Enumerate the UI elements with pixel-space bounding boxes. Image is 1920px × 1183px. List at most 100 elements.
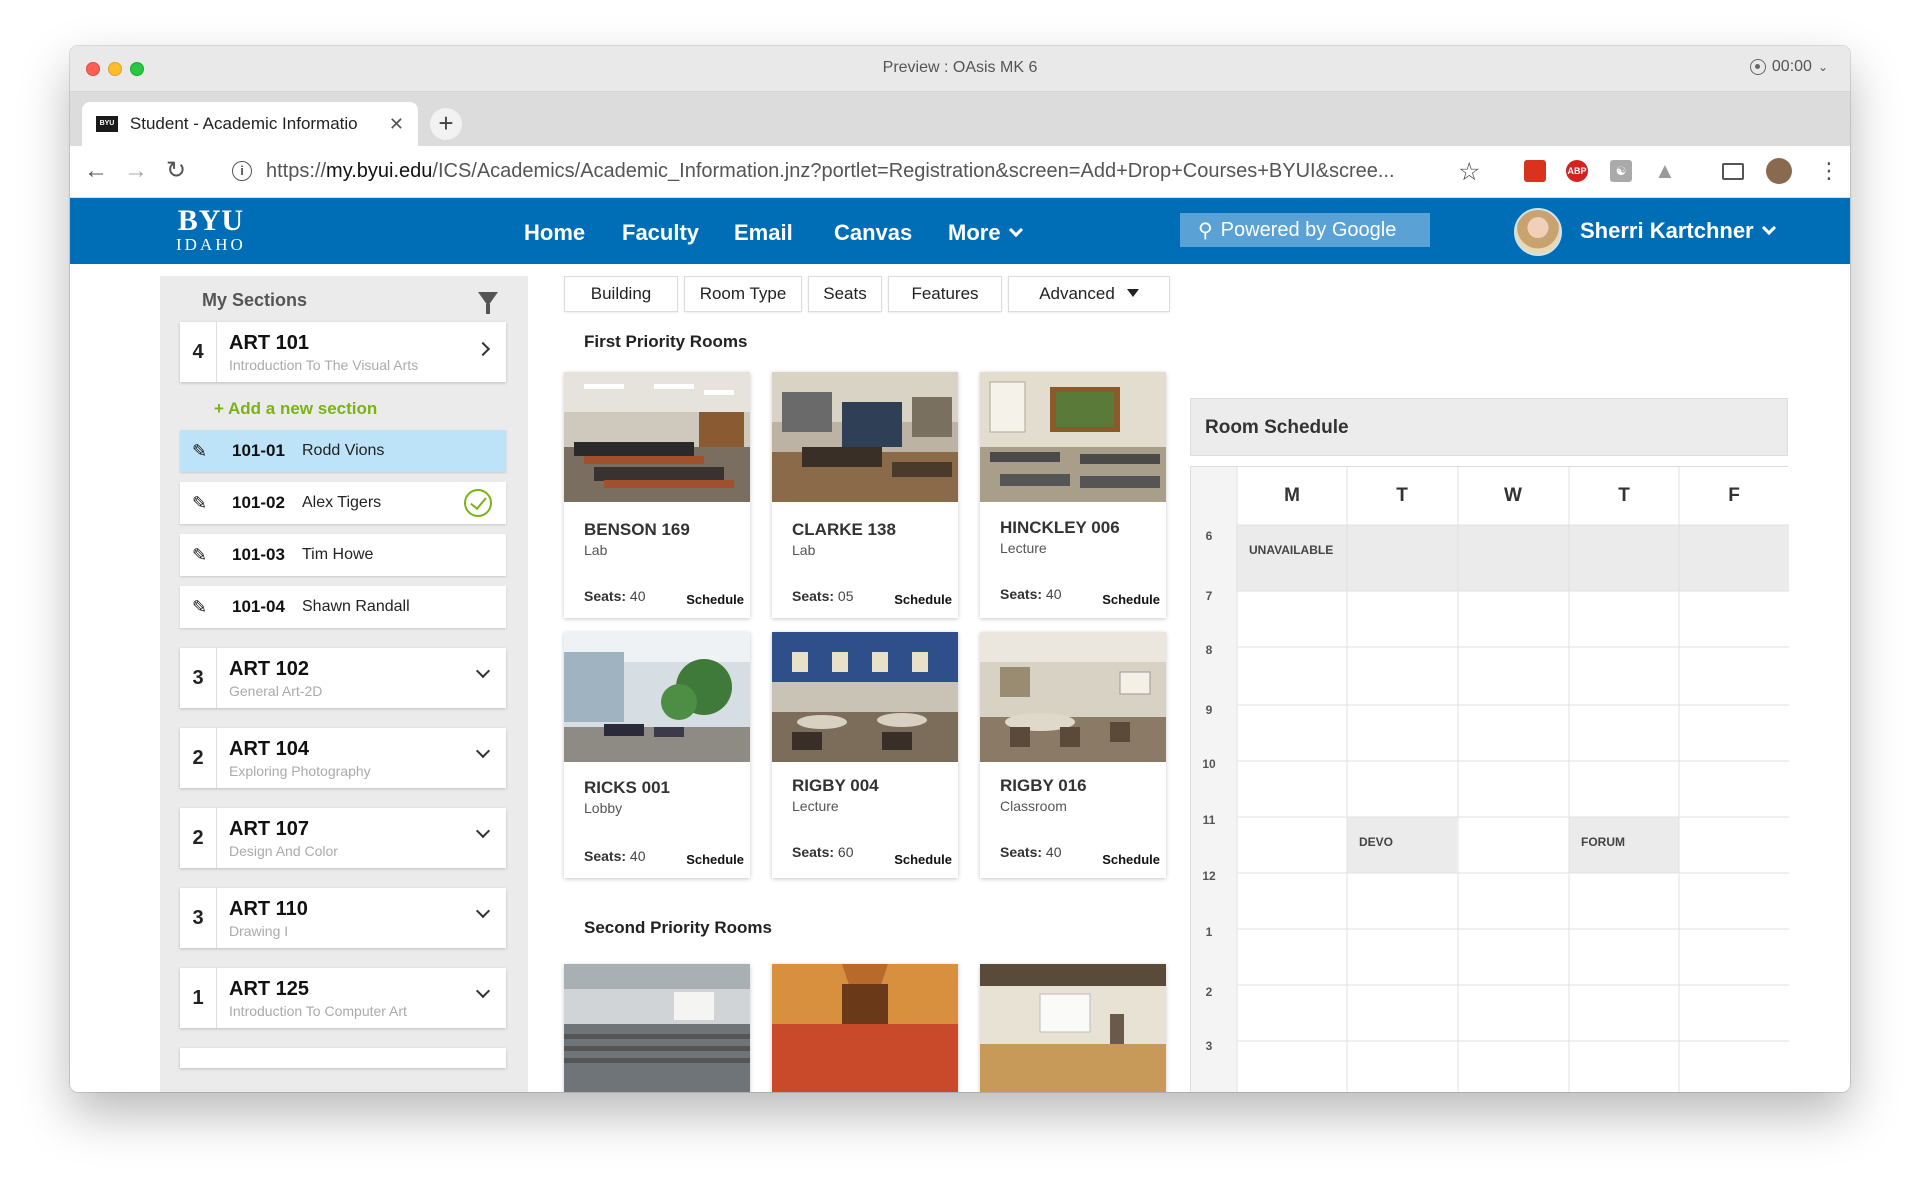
forum-block[interactable]: FORUM (1581, 835, 1625, 849)
bookmark-star-icon[interactable]: ☆ (1458, 157, 1480, 187)
seats-label: Seats: (584, 848, 627, 864)
url-field[interactable]: https://my.byui.edu/ICS/Academics/Academ… (266, 160, 1466, 183)
browser-menu-icon[interactable]: ⋮ (1818, 158, 1840, 184)
room-seats: Seats: 40 (1000, 844, 1062, 860)
course-card[interactable]: 3 ART 102 General Art-2D (180, 648, 506, 708)
cast-icon[interactable] (1722, 163, 1744, 180)
filter-icon[interactable] (478, 292, 498, 314)
unavailable-block[interactable]: UNAVAILABLE (1249, 543, 1333, 557)
filter-seats[interactable]: Seats (808, 276, 882, 312)
schedule-grid-lines (1191, 467, 1789, 1092)
course-count: 4 (180, 322, 217, 382)
schedule-button[interactable]: Schedule (894, 852, 952, 867)
room-card[interactable]: HINCKLEY 006 Lecture Seats: 40 Schedule (980, 372, 1166, 618)
user-avatar[interactable] (1514, 208, 1562, 256)
room-card[interactable] (980, 964, 1166, 1092)
section-id: 101-01 (232, 441, 285, 460)
filter-advanced[interactable]: Advanced (1008, 276, 1170, 312)
user-menu[interactable]: Sherri Kartchner (1580, 218, 1776, 244)
nav-more[interactable]: More (948, 220, 1023, 246)
room-type: Classroom (1000, 798, 1067, 814)
search-input[interactable]: ⚲ Powered by Google (1180, 213, 1430, 247)
room-card[interactable]: RIGBY 004 Lecture Seats: 60 Schedule (772, 632, 958, 878)
url-scheme: https:// (266, 160, 327, 182)
pencil-icon[interactable]: ✎ (192, 545, 207, 565)
schedule-button[interactable]: Schedule (1102, 592, 1160, 607)
schedule-button[interactable]: Schedule (686, 852, 744, 867)
room-card[interactable] (564, 964, 750, 1092)
search-icon: ⚲ (1198, 219, 1213, 242)
seats-label: Seats: (792, 588, 835, 604)
recording-time: 00:00 (1771, 58, 1812, 75)
extension-red-icon[interactable] (1524, 160, 1546, 182)
seats-label: Seats: (1000, 844, 1043, 860)
nav-email[interactable]: Email (734, 220, 793, 246)
byu-favicon-icon: BYU (96, 116, 118, 132)
day-tuesday: T (1396, 485, 1408, 506)
room-seats: Seats: 60 (792, 844, 854, 860)
schedule-button[interactable]: Schedule (686, 592, 744, 607)
hour-label: 10 (1202, 757, 1216, 771)
room-seats: Seats: 40 (584, 848, 646, 864)
close-tab-icon[interactable]: ✕ (389, 114, 404, 135)
hour-label: 3 (1205, 1039, 1213, 1053)
devo-block[interactable]: DEVO (1359, 835, 1393, 849)
record-icon (1749, 59, 1766, 75)
classroom-photo (980, 632, 1166, 762)
window-title: Preview : OAsis MK 6 (882, 59, 1038, 76)
hour-label: 1 (1205, 925, 1213, 939)
course-card[interactable]: 2 ART 107 Design And Color (180, 808, 506, 868)
hour-label: 8 (1205, 643, 1213, 657)
filter-features[interactable]: Features (888, 276, 1002, 312)
course-count: 3 (180, 648, 217, 708)
add-section-link[interactable]: + Add a new section (214, 399, 377, 419)
room-type: Lobby (584, 800, 623, 816)
room-card[interactable] (772, 964, 958, 1092)
course-card[interactable]: 1 ART 125 Introduction To Computer Art (180, 968, 506, 1028)
drive-icon[interactable]: ▲ (1654, 160, 1676, 182)
pencil-icon[interactable]: ✎ (192, 441, 207, 461)
info-icon[interactable]: i (232, 161, 252, 181)
hour-label: 7 (1205, 589, 1213, 603)
new-tab-button[interactable]: + (430, 108, 462, 140)
room-card[interactable]: CLARKE 138 Lab Seats: 05 Schedule (772, 372, 958, 618)
room-card[interactable]: BENSON 169 Lab Seats: 40 Schedule (564, 372, 750, 618)
extension-gray-icon[interactable]: ☯ (1610, 160, 1632, 182)
section-row[interactable]: ✎ 101-04 Shawn Randall (180, 586, 506, 628)
room-seats: Seats: 05 (792, 588, 854, 604)
room-card[interactable]: RICKS 001 Lobby Seats: 40 Schedule (564, 632, 750, 878)
course-card[interactable]: 3 ART 110 Drawing I (180, 888, 506, 948)
seats-label: Seats: (1000, 586, 1043, 602)
auditorium-photo (564, 964, 750, 1092)
section-id: 101-02 (232, 493, 285, 512)
pencil-icon[interactable]: ✎ (192, 493, 207, 513)
section-row[interactable]: ✎ 101-01 Rodd Vions (180, 430, 506, 472)
course-code: ART 107 (229, 818, 310, 840)
profile-avatar-icon[interactable] (1766, 158, 1792, 184)
byu-idaho-logo[interactable]: BYU IDAHO (176, 206, 246, 254)
seats-value: 40 (1045, 844, 1062, 860)
lab-photo (564, 372, 750, 502)
nav-faculty[interactable]: Faculty (622, 220, 699, 246)
pencil-icon[interactable]: ✎ (192, 597, 207, 617)
nav-home[interactable]: Home (524, 220, 585, 246)
adblock-plus-icon[interactable]: ABP (1566, 160, 1588, 182)
section-row[interactable]: ✎ 101-03 Tim Howe (180, 534, 506, 576)
reload-icon[interactable]: ↻ (166, 159, 186, 183)
recording-indicator[interactable]: 00:00 ⌄ (1749, 58, 1828, 76)
nav-canvas[interactable]: Canvas (834, 220, 912, 246)
chevron-down-icon (475, 663, 491, 679)
forward-arrow-icon[interactable]: → (124, 159, 148, 183)
room-card[interactable]: RIGBY 016 Classroom Seats: 40 Schedule (980, 632, 1166, 878)
filter-building[interactable]: Building (564, 276, 678, 312)
course-card-partial[interactable] (180, 1048, 506, 1068)
schedule-button[interactable]: Schedule (1102, 852, 1160, 867)
tab-title: Student - Academic Informatio (129, 114, 358, 133)
filter-room-type[interactable]: Room Type (684, 276, 802, 312)
schedule-button[interactable]: Schedule (894, 592, 952, 607)
course-card[interactable]: 4 ART 101 Introduction To The Visual Art… (180, 322, 506, 382)
browser-tab[interactable]: BYU Student - Academic Informatio ✕ (82, 102, 418, 146)
course-card[interactable]: 2 ART 104 Exploring Photography (180, 728, 506, 788)
back-arrow-icon[interactable]: ← (84, 159, 108, 183)
section-row[interactable]: ✎ 101-02 Alex Tigers (180, 482, 506, 524)
